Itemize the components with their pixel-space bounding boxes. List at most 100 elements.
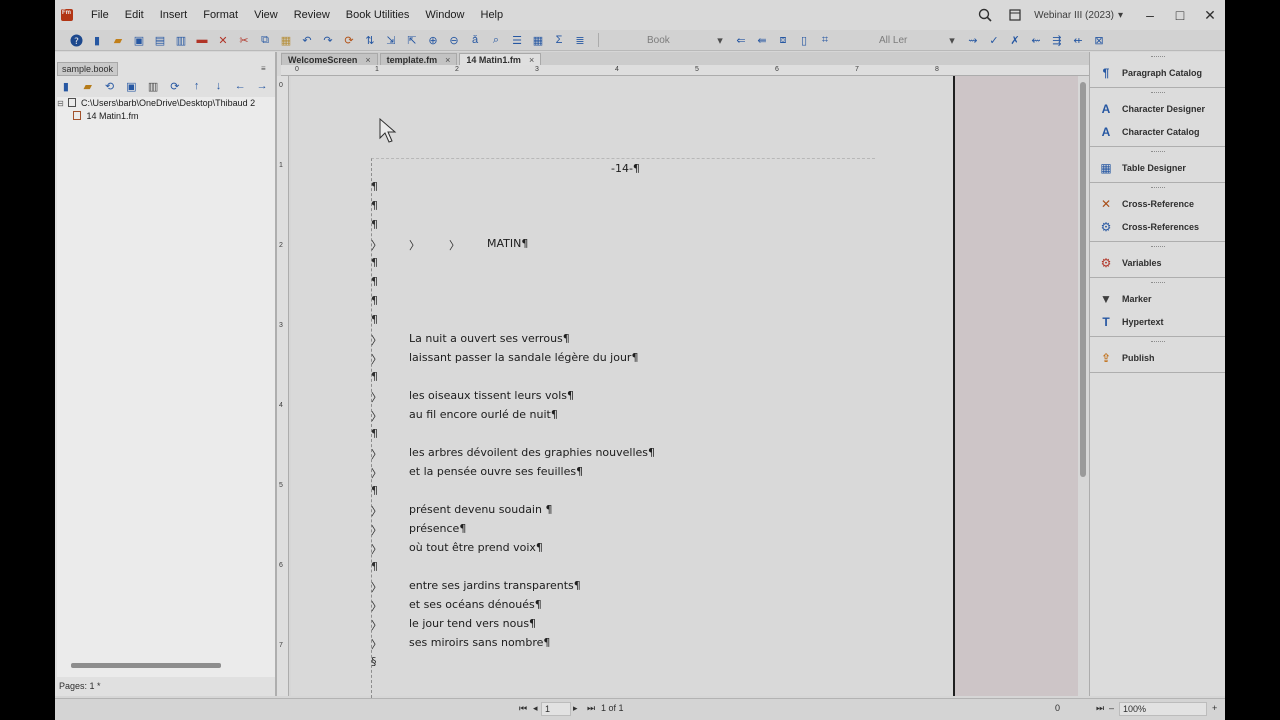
- workspace-dropdown-icon[interactable]: ▾: [1118, 10, 1123, 21]
- track-prev-icon[interactable]: ⇜: [1027, 32, 1045, 48]
- print-icon[interactable]: ▥: [172, 32, 190, 48]
- cut-icon[interactable]: ✂: [235, 32, 253, 48]
- move-up-icon[interactable]: ↑: [188, 78, 206, 94]
- open-folder-icon[interactable]: ▰: [109, 32, 127, 48]
- grip-handle[interactable]: [1150, 92, 1165, 94]
- zoom-out-icon[interactable]: ⊖: [445, 32, 463, 48]
- close-tab-icon[interactable]: ×: [445, 55, 450, 65]
- export-icon[interactable]: ⇱: [403, 32, 421, 48]
- zoom-out-button[interactable]: –: [1109, 703, 1114, 713]
- zoom-in-icon[interactable]: ⊕: [424, 32, 442, 48]
- panel-item-hypertext[interactable]: T Hypertext: [1090, 310, 1225, 333]
- lock-icon[interactable]: ▬: [193, 32, 211, 48]
- menu-book-utilities[interactable]: Book Utilities: [338, 0, 418, 30]
- refresh-icon[interactable]: ⟳: [340, 32, 358, 48]
- add-file-icon[interactable]: ▮: [57, 78, 75, 94]
- track-next-icon[interactable]: ⇝: [964, 32, 982, 48]
- find-replace-icon[interactable]: ⌕: [487, 32, 505, 48]
- close-button[interactable]: ✕: [1195, 5, 1225, 25]
- delete-icon[interactable]: ✕: [214, 32, 232, 48]
- search-icon[interactable]: [970, 5, 1000, 25]
- first-page-icon[interactable]: ⏮: [519, 703, 527, 714]
- workspace-name[interactable]: Webinar III (2023): [1034, 10, 1114, 21]
- table-icon[interactable]: ▦: [529, 32, 547, 48]
- minimize-button[interactable]: –: [1135, 5, 1165, 25]
- tab-template[interactable]: template.fm ×: [379, 53, 458, 65]
- horizontal-scrollbar[interactable]: [71, 663, 221, 668]
- toggle-view-icon[interactable]: ⏭: [1096, 703, 1104, 714]
- save-all-icon[interactable]: ▤: [151, 32, 169, 48]
- close-tab-icon[interactable]: ×: [365, 55, 370, 65]
- panel-item-variables[interactable]: ⚙ Variables: [1090, 251, 1225, 274]
- arrow-left-icon[interactable]: ⇐: [732, 32, 750, 48]
- sum-icon[interactable]: Σ: [550, 32, 568, 48]
- clear-icon[interactable]: ⊠: [1090, 32, 1108, 48]
- menu-help[interactable]: Help: [473, 0, 512, 30]
- filter-select[interactable]: All Ler: [877, 32, 937, 48]
- close-tab-icon[interactable]: ×: [529, 55, 534, 65]
- sort-icon[interactable]: ⇅: [361, 32, 379, 48]
- update-book-icon[interactable]: ⟳: [166, 78, 184, 94]
- menu-file[interactable]: File: [83, 0, 117, 30]
- next-page-icon[interactable]: ▸: [573, 703, 578, 714]
- panel-item-publish[interactable]: ⇪ Publish: [1090, 346, 1225, 369]
- tree-item-file[interactable]: 14 Matin1.fm: [57, 110, 275, 123]
- move-left-icon[interactable]: ←: [231, 78, 249, 94]
- maximize-button[interactable]: □: [1165, 5, 1195, 25]
- spelling-icon[interactable]: ǎ: [466, 32, 484, 48]
- undo-icon[interactable]: ↶: [298, 32, 316, 48]
- track-reject-icon[interactable]: ✗: [1006, 32, 1024, 48]
- page-icon[interactable]: ▯: [795, 32, 813, 48]
- back-icon[interactable]: ⇚: [753, 32, 771, 48]
- new-document-icon[interactable]: ▮: [88, 32, 106, 48]
- panel-item-table-designer[interactable]: ▦ Table Designer: [1090, 156, 1225, 179]
- reject-all-icon[interactable]: ⇷: [1069, 32, 1087, 48]
- paste-icon[interactable]: ▦: [277, 32, 295, 48]
- grip-handle[interactable]: [1150, 151, 1165, 153]
- menu-insert[interactable]: Insert: [152, 0, 196, 30]
- last-page-icon[interactable]: ⏭: [587, 703, 595, 714]
- menu-format[interactable]: Format: [195, 0, 246, 30]
- zoom-select[interactable]: 100%: [1119, 702, 1207, 716]
- save-icon[interactable]: ▣: [130, 32, 148, 48]
- grip-handle[interactable]: [1150, 246, 1165, 248]
- copy-icon[interactable]: ⧉: [256, 32, 274, 48]
- dropdown-icon[interactable]: ▾: [943, 32, 961, 48]
- add-folder-icon[interactable]: ▰: [79, 78, 97, 94]
- panel-item-marker[interactable]: ▼ Marker: [1090, 287, 1225, 310]
- grip-handle[interactable]: [1150, 56, 1165, 58]
- book-style-select[interactable]: Book: [645, 32, 705, 48]
- panel-item-paragraph-catalog[interactable]: ¶ Paragraph Catalog: [1090, 61, 1225, 84]
- workspace-icon[interactable]: [1000, 5, 1030, 25]
- zoom-in-button[interactable]: +: [1212, 703, 1217, 713]
- move-right-icon[interactable]: →: [253, 78, 271, 94]
- collapse-icon[interactable]: ⊟: [57, 97, 65, 110]
- prev-page-icon[interactable]: ◂: [533, 703, 538, 714]
- scrollbar-thumb[interactable]: [1080, 82, 1086, 477]
- generate-icon[interactable]: ⟲: [101, 78, 119, 94]
- tree-item-book[interactable]: ⊟ C:\Users\barb\OneDrive\Desktop\Thibaud…: [57, 97, 275, 110]
- panel-item-cross-reference[interactable]: ✕ Cross-Reference: [1090, 192, 1225, 215]
- menu-review[interactable]: Review: [286, 0, 338, 30]
- paragraph-icon[interactable]: ☰: [508, 32, 526, 48]
- pod-menu-icon[interactable]: ≡: [261, 64, 269, 73]
- move-down-icon[interactable]: ↓: [210, 78, 228, 94]
- import-icon[interactable]: ⇲: [382, 32, 400, 48]
- book-pod-tab[interactable]: sample.book: [57, 62, 119, 76]
- panel-item-character-designer[interactable]: A Character Designer: [1090, 97, 1225, 120]
- track-accept-icon[interactable]: ✓: [985, 32, 1003, 48]
- menu-edit[interactable]: Edit: [117, 0, 152, 30]
- vertical-scrollbar[interactable]: [1078, 76, 1089, 696]
- menu-view[interactable]: View: [246, 0, 286, 30]
- page-number-input[interactable]: 1: [541, 702, 571, 716]
- list-icon[interactable]: ≣: [571, 32, 589, 48]
- redo-icon[interactable]: ↷: [319, 32, 337, 48]
- grip-handle[interactable]: [1150, 187, 1165, 189]
- fit-icon[interactable]: ⧈: [774, 32, 792, 48]
- save-book-icon[interactable]: ▣: [122, 78, 140, 94]
- trash-icon[interactable]: ▥: [144, 78, 162, 94]
- dropdown-icon[interactable]: ▾: [711, 32, 729, 48]
- grip-handle[interactable]: [1150, 282, 1165, 284]
- tab-welcome-screen[interactable]: WelcomeScreen ×: [281, 53, 378, 65]
- grip-handle[interactable]: [1150, 341, 1165, 343]
